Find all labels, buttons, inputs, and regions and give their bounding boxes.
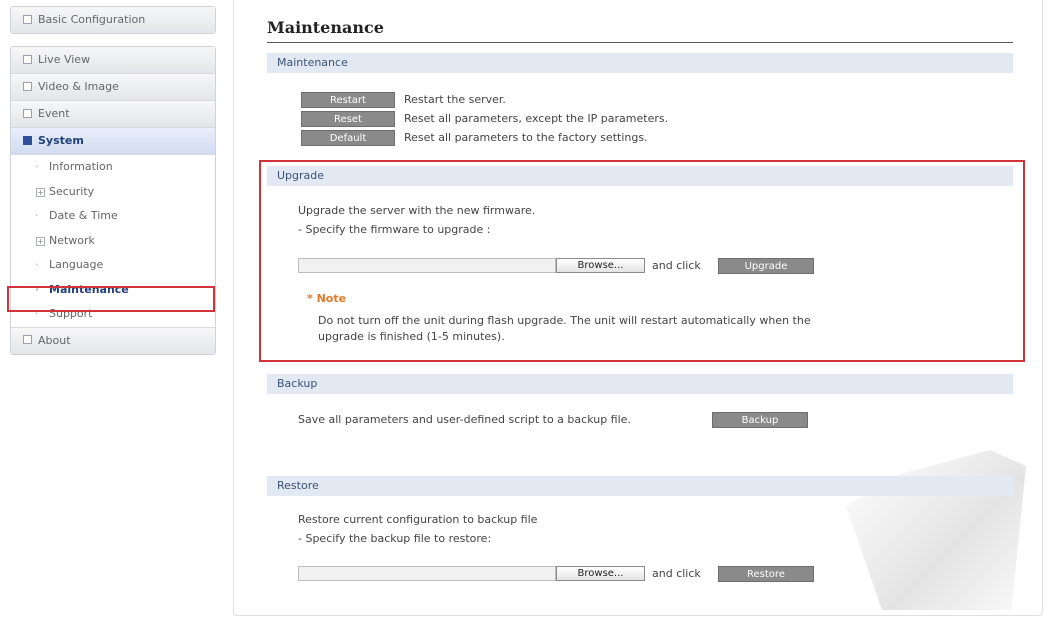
collapsed-square-icon bbox=[23, 335, 32, 344]
backup-file-input[interactable] bbox=[298, 566, 556, 581]
restore-instruction: Restore current configuration to backup … bbox=[298, 513, 538, 526]
backup-description: Save all parameters and user-defined scr… bbox=[298, 413, 631, 426]
default-button[interactable]: Default bbox=[301, 130, 395, 146]
restart-description: Restart the server. bbox=[404, 93, 506, 106]
menu-event[interactable]: Event bbox=[11, 101, 215, 128]
collapsed-square-icon bbox=[23, 54, 32, 64]
tree-branch-icon: · bbox=[35, 258, 39, 271]
background-watermark bbox=[846, 450, 1026, 610]
submenu-security[interactable]: + Security bbox=[11, 180, 215, 205]
submenu-network-label: Network bbox=[49, 233, 95, 247]
title-divider bbox=[267, 42, 1013, 43]
maintenance-highlight-box bbox=[7, 286, 215, 312]
reset-description: Reset all parameters, except the IP para… bbox=[404, 112, 669, 125]
expand-plus-icon[interactable]: + bbox=[36, 236, 45, 246]
collapsed-square-icon bbox=[23, 81, 32, 91]
submenu-information[interactable]: · Information bbox=[11, 155, 215, 180]
default-description: Reset all parameters to the factory sett… bbox=[404, 131, 648, 144]
menu-about[interactable]: About bbox=[11, 327, 215, 354]
submenu-information-label: Information bbox=[49, 160, 113, 173]
tree-branch-icon: · bbox=[35, 209, 39, 222]
section-header-maintenance: Maintenance bbox=[267, 53, 1013, 73]
expanded-square-icon bbox=[23, 135, 32, 145]
page-title: Maintenance bbox=[267, 18, 384, 37]
submenu-language-label: Language bbox=[49, 258, 104, 271]
upgrade-highlight-box bbox=[259, 160, 1025, 362]
collapsed-square-icon bbox=[23, 108, 32, 118]
section-header-restore: Restore bbox=[267, 476, 1013, 496]
submenu-network[interactable]: + Network bbox=[11, 229, 215, 254]
submenu-language[interactable]: · Language bbox=[11, 253, 215, 278]
menu-system[interactable]: System bbox=[11, 128, 215, 155]
menu-live-view-label: Live View bbox=[38, 53, 91, 66]
menu-system-label: System bbox=[38, 134, 84, 147]
menu-about-label: About bbox=[38, 333, 71, 347]
restore-button[interactable]: Restore bbox=[718, 566, 814, 582]
content-panel: Maintenance Maintenance Restart Restart … bbox=[233, 0, 1043, 616]
submenu-date-time[interactable]: · Date & Time bbox=[11, 204, 215, 229]
submenu-date-time-label: Date & Time bbox=[49, 209, 118, 222]
menu-basic-configuration[interactable]: Basic Configuration bbox=[11, 7, 215, 33]
basic-configuration-group: Basic Configuration bbox=[10, 6, 216, 34]
menu-event-label: Event bbox=[38, 107, 70, 120]
restore-specify-text: - Specify the backup file to restore: bbox=[298, 532, 492, 545]
reset-button[interactable]: Reset bbox=[301, 111, 395, 127]
menu-video-image[interactable]: Video & Image bbox=[11, 74, 215, 101]
tree-branch-icon: · bbox=[35, 160, 39, 173]
menu-live-view[interactable]: Live View bbox=[11, 47, 215, 74]
collapsed-square-icon bbox=[23, 14, 32, 24]
restore-and-click-text: and click bbox=[652, 567, 701, 580]
expand-plus-icon[interactable]: + bbox=[36, 187, 45, 197]
restore-browse-button[interactable]: Browse... bbox=[556, 566, 645, 581]
backup-button[interactable]: Backup bbox=[712, 412, 808, 428]
menu-basic-configuration-label: Basic Configuration bbox=[38, 13, 146, 26]
submenu-security-label: Security bbox=[49, 184, 95, 198]
section-header-backup: Backup bbox=[267, 374, 1013, 394]
restart-button[interactable]: Restart bbox=[301, 92, 395, 108]
menu-video-image-label: Video & Image bbox=[38, 80, 119, 93]
